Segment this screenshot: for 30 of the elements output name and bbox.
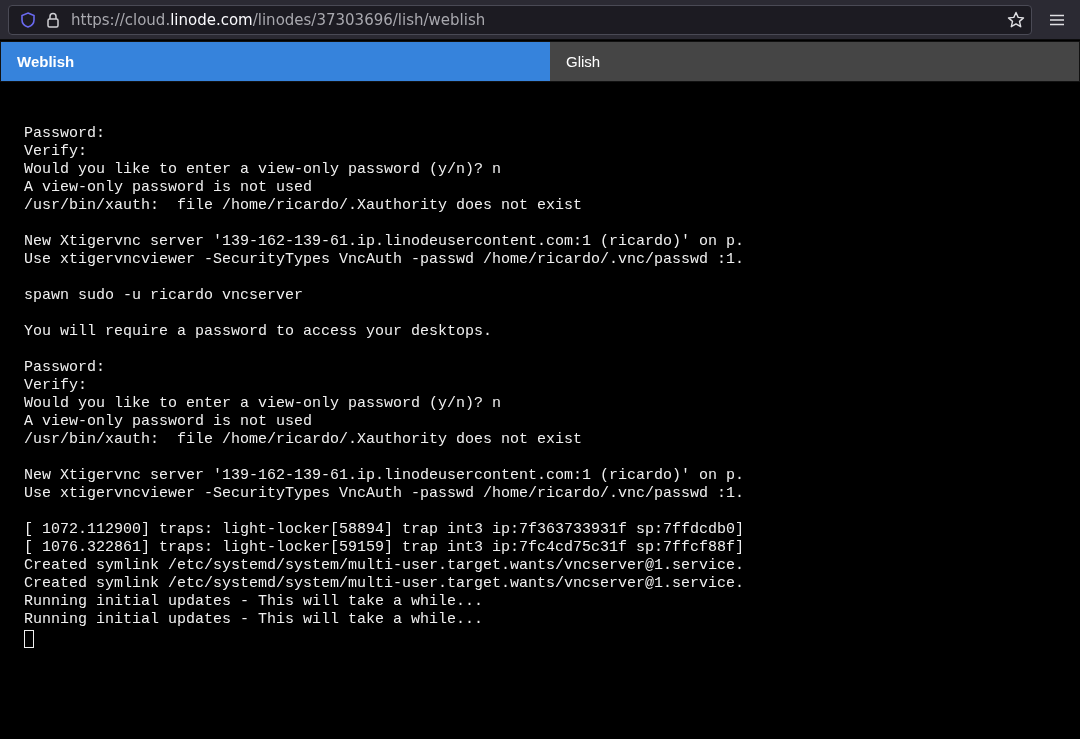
url-text: https://cloud.linode.com/linodes/37303696/lish/weblish <box>71 10 487 29</box>
star-icon[interactable] <box>1007 10 1025 29</box>
terminal-line: Would you like to enter a view-only password (y/n)? n <box>24 395 503 413</box>
terminal-line: Use xtigervncviewer -SecurityTypes VncAuth -passwd /home/ricardo/.vnc/passwd :1. <box>24 485 746 503</box>
terminal-line: Created symlink /etc/systemd/system/multi-user.target.wants/vncserver@1.service. <box>24 557 746 575</box>
terminal-line: [ 1076.322861] traps: light-locker[59159] trap int3 ip:7fc4cd75c31f sp:7ffcf88f] <box>24 539 746 557</box>
terminal-line: Verify: <box>24 143 88 161</box>
terminal-line: A view-only password is not used <box>24 179 314 197</box>
terminal-line: Running initial updates - This will take a while... <box>24 611 485 629</box>
terminal-line: Use xtigervncviewer -SecurityTypes VncAuth -passwd /home/ricardo/.vnc/passwd :1. <box>24 251 746 269</box>
terminal-line: New Xtigervnc server '139-162-139-61.ip.linodeusercontent.com:1 (ricardo)' on p. <box>24 467 746 485</box>
terminal-line: Password: <box>24 359 106 377</box>
terminal-line: A view-only password is not used <box>24 413 314 431</box>
shield-icon[interactable] <box>21 11 35 28</box>
terminal-line: You will require a password to access your desktops. <box>24 323 494 341</box>
tab[interactable]: Weblish <box>1 42 550 81</box>
terminal-line: Verify: <box>24 377 88 395</box>
terminal-line: spawn sudo -u ricardo vncserver <box>24 287 305 305</box>
tab[interactable]: Glish <box>550 42 1079 81</box>
address-bar[interactable]: https://cloud.linode.com/linodes/37303696/lish/weblish <box>8 4 1032 35</box>
terminal-line: New Xtigervnc server '139-162-139-61.ip.linodeusercontent.com:1 (ricardo)' on p. <box>24 233 746 251</box>
terminal-line: Created symlink /etc/systemd/system/multi-user.target.wants/vncserver@1.service. <box>24 575 746 593</box>
terminal-line: /usr/bin/xauth: file /home/ricardo/.Xauthority does not exist <box>24 197 584 215</box>
terminal-line: Password: <box>24 125 106 143</box>
terminal-line: /usr/bin/xauth: file /home/ricardo/.Xauthority does not exist <box>24 431 584 449</box>
lock-icon[interactable] <box>47 11 59 28</box>
terminal-line: Would you like to enter a view-only password (y/n)? n <box>24 161 503 179</box>
terminal-line: [ 1072.112900] traps: light-locker[58894] trap int3 ip:7f363733931f sp:7ffdcdb0] <box>24 521 746 539</box>
terminal-line: Running initial updates - This will take a while... <box>24 593 485 611</box>
menu-icon[interactable] <box>1050 13 1064 26</box>
